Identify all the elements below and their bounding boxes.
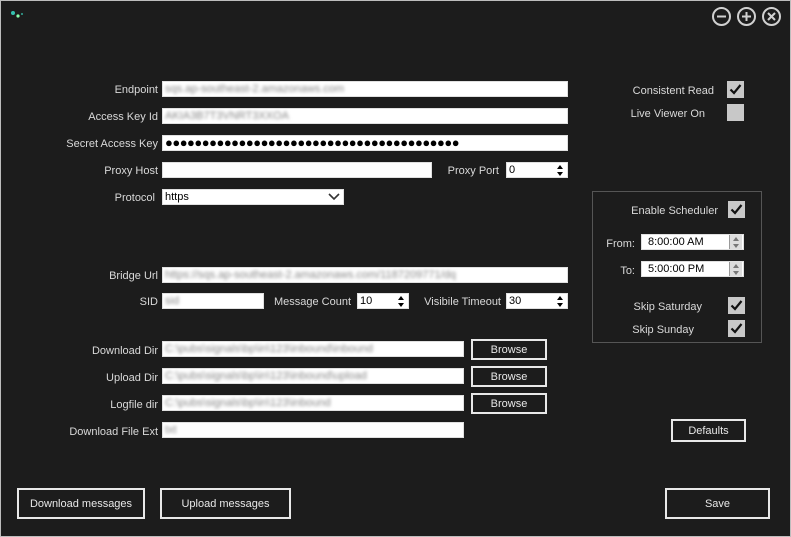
access-key-id-label: Access Key Id bbox=[88, 111, 158, 123]
protocol-label: Protocol bbox=[114, 192, 155, 204]
message-count-stepper[interactable]: 10 bbox=[357, 293, 409, 309]
live-viewer-on-checkbox[interactable] bbox=[727, 104, 744, 121]
proxy-port-stepper[interactable]: 0 bbox=[506, 162, 568, 178]
to-time-picker[interactable]: 5:00:00 PM bbox=[641, 261, 744, 277]
logfile-dir-label: Logfile dir bbox=[110, 399, 158, 411]
sid-label: SID bbox=[139, 296, 158, 308]
consistent-read-label: Consistent Read bbox=[632, 85, 714, 97]
to-label: To: bbox=[620, 265, 635, 277]
bridge-url-label: Bridge Url bbox=[109, 270, 158, 282]
upload-messages-button[interactable]: Upload messages bbox=[160, 488, 291, 519]
access-key-id-input[interactable]: AKIA3B7T3VNRT3XXOA bbox=[162, 108, 568, 124]
main-window: Endpoint sqs.ap-southeast-2.amazonaws.co… bbox=[0, 0, 791, 537]
decrement-icon[interactable] bbox=[395, 301, 407, 308]
download-file-ext-input[interactable]: txt bbox=[162, 422, 464, 438]
from-time-spinner[interactable] bbox=[729, 235, 742, 249]
enable-scheduler-checkbox[interactable] bbox=[728, 201, 745, 218]
checkmark-icon bbox=[730, 204, 743, 215]
download-dir-label: Download Dir bbox=[91, 345, 158, 357]
checkmark-icon bbox=[730, 323, 743, 334]
checkmark-icon bbox=[729, 84, 742, 95]
skip-sunday-checkbox[interactable] bbox=[728, 320, 745, 337]
app-logo-icon bbox=[11, 11, 23, 18]
visibility-timeout-stepper[interactable]: 30 bbox=[506, 293, 568, 309]
protocol-select[interactable]: https bbox=[162, 189, 344, 205]
upload-dir-label: Upload Dir bbox=[106, 372, 158, 384]
live-viewer-on-label: Live Viewer On bbox=[630, 108, 705, 120]
download-file-ext-label: Download File Ext bbox=[69, 426, 158, 438]
proxy-host-input[interactable] bbox=[162, 162, 432, 178]
maximize-icon[interactable] bbox=[737, 7, 756, 26]
enable-scheduler-label: Enable Scheduler bbox=[631, 205, 718, 217]
download-dir-input[interactable]: C:\pubs\signals\bp\in\123\inbound\inboun… bbox=[162, 341, 464, 357]
endpoint-label: Endpoint bbox=[114, 84, 158, 96]
message-count-label: Message Count bbox=[273, 296, 351, 308]
save-button[interactable]: Save bbox=[665, 488, 770, 519]
checkmark-icon bbox=[730, 300, 743, 311]
skip-sunday-label: Skip Sunday bbox=[632, 324, 694, 336]
download-dir-browse-button[interactable]: Browse bbox=[471, 339, 547, 360]
minimize-icon[interactable] bbox=[712, 7, 731, 26]
increment-icon[interactable] bbox=[730, 262, 742, 269]
increment-icon[interactable] bbox=[554, 163, 566, 170]
logfile-dir-input[interactable]: C:\pubs\signals\bp\in\123\inbound bbox=[162, 395, 464, 411]
close-icon[interactable] bbox=[762, 7, 781, 26]
decrement-icon[interactable] bbox=[730, 269, 742, 276]
from-label: From: bbox=[606, 238, 635, 250]
visibility-timeout-label: Visibile Timeout bbox=[424, 296, 501, 308]
chevron-down-icon bbox=[328, 193, 340, 201]
increment-icon[interactable] bbox=[730, 235, 742, 242]
skip-saturday-label: Skip Saturday bbox=[633, 301, 702, 313]
to-time-spinner[interactable] bbox=[729, 262, 742, 276]
consistent-read-checkbox[interactable] bbox=[727, 81, 744, 98]
endpoint-input[interactable]: sqs.ap-southeast-2.amazonaws.com bbox=[162, 81, 568, 97]
scheduler-panel: Enable Scheduler From: 8:00:00 AM To: 5:… bbox=[592, 191, 762, 343]
increment-icon[interactable] bbox=[395, 294, 407, 301]
secret-access-key-input[interactable]: ●●●●●●●●●●●●●●●●●●●●●●●●●●●●●●●●●●●●●●●● bbox=[162, 135, 568, 151]
decrement-icon[interactable] bbox=[730, 242, 742, 249]
message-count-spinner[interactable] bbox=[395, 294, 407, 308]
download-messages-button[interactable]: Download messages bbox=[17, 488, 145, 519]
logfile-dir-browse-button[interactable]: Browse bbox=[471, 393, 547, 414]
defaults-button[interactable]: Defaults bbox=[671, 419, 746, 442]
bridge-url-input[interactable]: https://sqs.ap-southeast-2.amazonaws.com… bbox=[162, 267, 568, 283]
sid-input[interactable]: sid bbox=[162, 293, 264, 309]
visibility-timeout-spinner[interactable] bbox=[554, 294, 566, 308]
proxy-host-label: Proxy Host bbox=[104, 165, 158, 177]
decrement-icon[interactable] bbox=[554, 170, 566, 177]
upload-dir-browse-button[interactable]: Browse bbox=[471, 366, 547, 387]
secret-access-key-label: Secret Access Key bbox=[66, 138, 158, 150]
upload-dir-input[interactable]: C:\pubs\signals\bp\in\123\inbound\upload bbox=[162, 368, 464, 384]
proxy-port-label: Proxy Port bbox=[447, 165, 499, 177]
proxy-port-spinner[interactable] bbox=[554, 163, 566, 177]
skip-saturday-checkbox[interactable] bbox=[728, 297, 745, 314]
increment-icon[interactable] bbox=[554, 294, 566, 301]
from-time-picker[interactable]: 8:00:00 AM bbox=[641, 234, 744, 250]
decrement-icon[interactable] bbox=[554, 301, 566, 308]
